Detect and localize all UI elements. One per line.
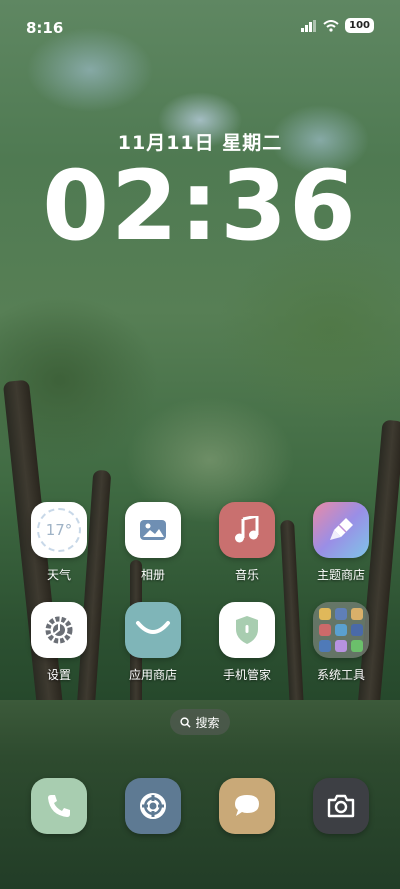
app-label: 主题商店 (316, 568, 365, 582)
app-store-icon (125, 602, 181, 658)
app-label: 手机管家 (222, 668, 271, 682)
app-label: 相册 (140, 568, 165, 582)
gallery-icon (125, 502, 181, 558)
dock-messages[interactable] (219, 778, 275, 834)
messages-icon (235, 795, 259, 816)
music-icon (219, 502, 275, 558)
phone-icon (48, 795, 70, 817)
battery-indicator: 100 (345, 18, 374, 33)
app-weather[interactable]: 17° 天气 (19, 502, 99, 583)
phone-manager-icon (219, 602, 275, 658)
app-label: 系统工具 (316, 668, 365, 682)
status-bar: 8:16 100 (0, 0, 400, 56)
lockscreen-clock: 02:36 (42, 150, 358, 262)
app-label: 应用商店 (128, 668, 177, 682)
search-label: 搜索 (195, 715, 220, 730)
theme-store-icon (313, 502, 369, 558)
app-gallery[interactable]: 相册 (113, 502, 193, 583)
weather-icon: 17° (31, 502, 87, 558)
wifi-icon (323, 19, 339, 32)
app-label: 音乐 (234, 568, 259, 582)
dock-phone[interactable] (31, 778, 87, 834)
app-settings[interactable]: 设置 (19, 602, 99, 683)
app-label: 设置 (46, 668, 71, 682)
settings-icon (31, 602, 87, 658)
app-music[interactable]: 音乐 (207, 502, 287, 583)
dock-camera[interactable] (313, 778, 369, 834)
system-tools-folder-icon (313, 602, 369, 658)
status-time: 8:16 (26, 19, 64, 37)
dock-browser[interactable] (125, 778, 181, 834)
browser-icon (140, 793, 166, 819)
app-label: 天气 (46, 568, 71, 582)
search-icon (180, 716, 192, 728)
signal-icon (301, 19, 317, 32)
status-icons: 100 (301, 18, 374, 33)
camera-icon (327, 794, 355, 818)
app-phone-manager[interactable]: 手机管家 (207, 602, 287, 683)
search-button[interactable]: 搜索 (170, 709, 230, 735)
app-system-tools-folder[interactable]: 系统工具 (301, 602, 381, 683)
weather-temp: 17° (37, 508, 81, 552)
app-theme-store[interactable]: 主题商店 (301, 502, 381, 583)
app-app-store[interactable]: 应用商店 (113, 602, 193, 683)
